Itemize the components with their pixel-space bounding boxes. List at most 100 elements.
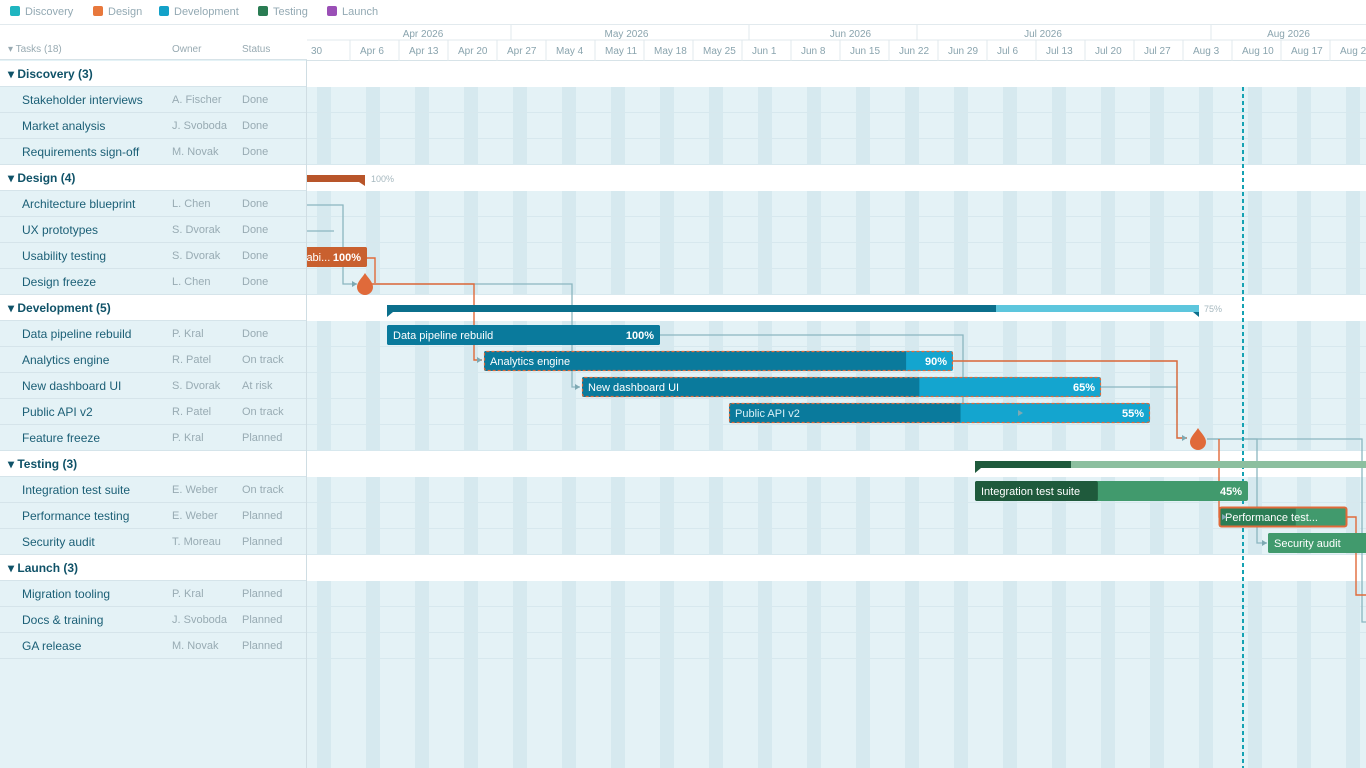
task-name: Security audit <box>22 535 95 549</box>
week-label: 30 <box>311 46 323 57</box>
task-owner: M. Novak <box>172 640 219 652</box>
row-separator <box>307 372 1366 373</box>
task-row[interactable]: UX prototypes S. Dvorak Done <box>0 217 306 243</box>
task-name: Analytics engine <box>22 353 110 367</box>
legend-swatch <box>258 6 268 16</box>
task-owner: E. Weber <box>172 510 218 522</box>
task-status: Done <box>242 276 269 288</box>
task-name: Integration test suite <box>22 483 131 497</box>
task-row[interactable]: Security audit T. Moreau Planned <box>0 529 306 555</box>
connector-arrowhead <box>1262 540 1267 546</box>
group-name: ▾ Launch (3) <box>8 561 79 575</box>
task-row[interactable]: Requirements sign-off M. Novak Done <box>0 139 306 165</box>
task-row[interactable]: Architecture blueprint L. Chen Done <box>0 191 306 217</box>
task-row[interactable]: Analytics engine R. Patel On track <box>0 347 306 373</box>
task-owner: P. Kral <box>172 432 204 444</box>
task-bar-percent: 45% <box>1220 486 1242 498</box>
task-name: New dashboard UI <box>22 379 122 393</box>
group-row[interactable]: ▾ Development (5) <box>0 295 306 321</box>
task-status: Done <box>242 328 269 340</box>
week-label: Apr 27 <box>507 46 537 57</box>
task-status: Done <box>242 198 269 210</box>
task-row[interactable]: GA release M. Novak Planned <box>0 633 306 659</box>
task-row[interactable]: Feature freeze P. Kral Planned <box>0 425 306 451</box>
week-label: Jun 8 <box>801 46 826 57</box>
task-status: Planned <box>242 640 283 652</box>
row-separator <box>307 138 1366 139</box>
task-row[interactable]: New dashboard UI S. Dvorak At risk <box>0 373 306 399</box>
task-bar-label: Public API v2 <box>735 408 800 420</box>
task-name: UX prototypes <box>22 223 99 237</box>
month-label: Jul 2026 <box>1024 29 1062 40</box>
month-label: Aug 2026 <box>1267 29 1310 40</box>
task-status: On track <box>242 484 284 496</box>
legend-item-development[interactable]: Development <box>159 5 239 19</box>
summary-progress-testing <box>975 461 1071 468</box>
connector-arrowhead <box>1182 435 1187 441</box>
row-separator <box>307 502 1366 503</box>
task-status: At risk <box>242 380 273 392</box>
week-label: Jul 20 <box>1095 46 1122 57</box>
task-row[interactable]: Docs & training J. Svoboda Planned <box>0 607 306 633</box>
task-status: Done <box>242 94 269 106</box>
task-owner: T. Moreau <box>172 536 221 548</box>
task-row[interactable]: Usability testing S. Dvorak Done <box>0 243 306 269</box>
task-name: Feature freeze <box>22 431 101 445</box>
legend-label: Testing <box>273 6 308 18</box>
month-label: Apr 2026 <box>403 29 444 40</box>
task-bar-label: Analytics engine <box>490 356 570 368</box>
timeline-svg: Apr 2026 May 2026 Jun 2026 Jul 2026 Aug 2026… <box>307 25 1366 768</box>
task-row[interactable]: Design freeze L. Chen Done <box>0 269 306 295</box>
task-bar-percent: 55% <box>1122 408 1144 420</box>
grid-header: ▾ Tasks (18) Owner Status <box>0 25 307 60</box>
week-label: Jun 1 <box>752 46 777 57</box>
legend-item-design[interactable]: Design <box>93 5 142 19</box>
owner-column-header[interactable]: Owner <box>172 44 201 55</box>
task-bar-label: Security audit <box>1274 538 1341 550</box>
task-bar-label: Data pipeline rebuild <box>393 330 493 342</box>
legend-item-launch[interactable]: Launch <box>327 5 378 19</box>
group-row[interactable]: ▾ Design (4) <box>0 165 306 191</box>
task-row[interactable]: Data pipeline rebuild P. Kral Done <box>0 321 306 347</box>
group-row[interactable]: ▾ Launch (3) <box>0 555 306 581</box>
legend-item-testing[interactable]: Testing <box>258 5 308 19</box>
task-name: Requirements sign-off <box>22 145 140 159</box>
week-label: Apr 13 <box>409 46 439 57</box>
task-status: Planned <box>242 432 283 444</box>
task-owner: S. Dvorak <box>172 224 221 236</box>
legend-swatch <box>93 6 103 16</box>
task-owner: R. Patel <box>172 406 212 418</box>
summary-bar-design[interactable] <box>307 175 365 182</box>
legend-label: Design <box>108 6 143 18</box>
task-status: Done <box>242 120 269 132</box>
task-owner: J. Svoboda <box>172 614 228 626</box>
week-label: Aug 3 <box>1193 46 1220 57</box>
task-row[interactable]: Performance testing E. Weber Planned <box>0 503 306 529</box>
row-separator <box>307 450 1366 451</box>
task-owner: R. Patel <box>172 354 212 366</box>
task-status: Done <box>242 146 269 158</box>
task-row[interactable]: Market analysis J. Svoboda Done <box>0 113 306 139</box>
tasks-column-header[interactable]: ▾ Tasks (18) <box>8 44 62 55</box>
task-bar-label: Integration test suite <box>981 486 1080 498</box>
legend-swatch <box>159 6 169 16</box>
task-bar-percent: 65% <box>1073 382 1095 394</box>
row-separator <box>307 632 1366 633</box>
task-row[interactable]: Stakeholder interviews A. Fischer Done <box>0 87 306 113</box>
task-row[interactable]: Integration test suite E. Weber On track <box>0 477 306 503</box>
task-owner: M. Novak <box>172 146 219 158</box>
task-name: Design freeze <box>22 275 97 289</box>
status-column-header[interactable]: Status <box>242 44 270 55</box>
legend-item-discovery[interactable]: Discovery <box>10 5 73 19</box>
week-label: Jul 13 <box>1046 46 1073 57</box>
task-name: Docs & training <box>22 613 104 627</box>
group-row[interactable]: ▾ Testing (3) <box>0 451 306 477</box>
row-separator <box>307 268 1366 269</box>
week-label: Apr 20 <box>458 46 488 57</box>
task-row[interactable]: Migration tooling P. Kral Planned <box>0 581 306 607</box>
task-row[interactable]: Public API v2 R. Patel On track <box>0 399 306 425</box>
row-separator <box>307 658 1366 659</box>
task-owner: S. Dvorak <box>172 250 221 262</box>
group-row[interactable]: ▾ Discovery (3) <box>0 61 306 87</box>
row-separator <box>307 346 1366 347</box>
